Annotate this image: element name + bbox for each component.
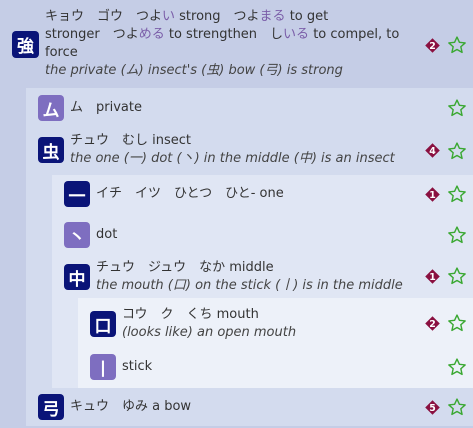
star-outline-icon[interactable] <box>447 225 467 245</box>
reading-middle: チュウ ジュウ なか middle <box>96 260 274 275</box>
kanji-row-strong[interactable]: 強 キョウ ゴウ つよい strong つよまる to get stronger… <box>6 2 473 86</box>
mnemonic-strong: the private (ム) insect's (虫) bow (弓) is … <box>45 63 343 78</box>
okurigana-2d: いる <box>283 27 310 42</box>
radical-row-private[interactable]: ム ム private <box>32 93 473 123</box>
kanji-box-insect[interactable]: 虫 <box>38 137 64 163</box>
star-outline-icon[interactable] <box>447 266 467 286</box>
radical-row-stick[interactable]: 丨 stick <box>84 352 473 382</box>
reading-mouth: コウ ク くち mouth <box>122 307 259 322</box>
star-outline-icon[interactable] <box>447 357 467 377</box>
reading-strong-2e: to compel, to <box>309 27 400 42</box>
kanji-info-mouth: コウ ク くち mouth (looks like) an open mouth <box>122 306 467 342</box>
diamond-number-icon: 4 <box>425 143 440 158</box>
kanji-box-middle[interactable]: 中 <box>64 264 90 290</box>
badge-number-mouth: 2 <box>429 319 436 330</box>
kanji-box-bow[interactable]: 弓 <box>38 394 64 420</box>
okurigana-1b: い <box>162 9 176 24</box>
radical-info-stick: stick <box>122 359 153 374</box>
reading-strong-3: force <box>45 45 78 60</box>
kanji-row-one[interactable]: 一 イチ イツ ひとつ ひと- one <box>58 179 473 209</box>
mnemonic-middle: the mouth (口) on the stick (丨) is in the… <box>96 278 403 293</box>
kanji-box-one[interactable]: 一 <box>64 181 90 207</box>
badge-number-strong: 2 <box>429 41 436 52</box>
kanji-row-middle[interactable]: 中 チュウ ジュウ なか middle the mouth (口) on the… <box>58 257 473 297</box>
star-outline-icon[interactable] <box>447 35 467 55</box>
diamond-number-icon: 2 <box>425 316 440 331</box>
badge-number-middle: 1 <box>429 272 436 283</box>
mnemonic-insect: the one (一) dot (丶) in the middle (中) is… <box>70 151 395 166</box>
badge-number-bow: 5 <box>429 403 436 414</box>
star-outline-icon[interactable] <box>447 141 467 161</box>
star-outline-icon[interactable] <box>447 184 467 204</box>
reading-bow: キュウ ゆみ a bow <box>70 399 192 414</box>
reading-strong-1e: to get <box>285 9 329 24</box>
diamond-number-icon: 2 <box>425 38 440 53</box>
radical-box-private[interactable]: ム <box>38 95 64 121</box>
star-outline-icon[interactable] <box>447 98 467 118</box>
badge-number-insect: 4 <box>429 146 436 157</box>
kanji-tree: 強 キョウ ゴウ つよい strong つよまる to get stronger… <box>0 0 473 428</box>
reading-strong-1c: strong つよ <box>175 9 260 24</box>
kanji-row-mouth[interactable]: 口 コウ ク くち mouth (looks like) an open mou… <box>84 304 473 344</box>
kanji-info-middle: チュウ ジュウ なか middle the mouth (口) on the s… <box>96 259 467 295</box>
okurigana-2b: める <box>138 27 165 42</box>
radical-info-dot: dot <box>96 227 118 242</box>
okurigana-1d: まる <box>259 9 286 24</box>
reading-strong-2c: to strengthen し <box>164 27 284 42</box>
radical-box-stick[interactable]: 丨 <box>90 354 116 380</box>
kanji-info-insect: チュウ むし insect the one (一) dot (丶) in the… <box>70 132 467 168</box>
badge-number-one: 1 <box>429 190 436 201</box>
kanji-info-strong: キョウ ゴウ つよい strong つよまる to get stronger つ… <box>45 8 467 80</box>
star-outline-icon[interactable] <box>447 397 467 417</box>
diamond-number-icon: 1 <box>425 187 440 202</box>
diamond-number-icon: 1 <box>425 269 440 284</box>
reading-one: イチ イツ ひとつ ひと- one <box>96 186 284 201</box>
kanji-box-mouth[interactable]: 口 <box>90 311 116 337</box>
reading-strong-2a: stronger つよ <box>45 27 139 42</box>
reading-insect: チュウ むし insect <box>70 133 191 148</box>
kanji-row-insect[interactable]: 虫 チュウ むし insect the one (一) dot (丶) in t… <box>32 130 473 170</box>
radical-box-dot[interactable]: 丶 <box>64 222 90 248</box>
radical-info-private: ム private <box>70 100 142 115</box>
reading-strong-1a: キョウ ゴウ つよ <box>45 9 163 24</box>
mnemonic-mouth: (looks like) an open mouth <box>122 325 297 340</box>
diamond-number-icon: 5 <box>425 400 440 415</box>
kanji-box-strong[interactable]: 強 <box>12 30 39 58</box>
radical-row-dot[interactable]: 丶 dot <box>58 220 473 250</box>
star-outline-icon[interactable] <box>447 313 467 333</box>
kanji-row-bow[interactable]: 弓 キュウ ゆみ a bow <box>32 392 473 422</box>
